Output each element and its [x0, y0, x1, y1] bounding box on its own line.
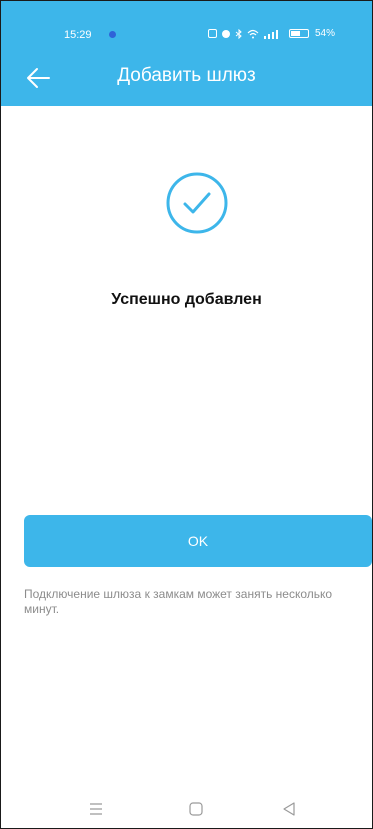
bluetooth-icon	[235, 28, 242, 39]
battery-fill	[291, 31, 300, 36]
nav-menu-button[interactable]	[86, 799, 106, 819]
page-title: Добавить шлюз	[117, 65, 256, 86]
nfc-icon	[208, 29, 217, 38]
system-nav-bar	[1, 791, 372, 827]
alarm-icon	[222, 29, 230, 38]
square-home-icon	[189, 802, 203, 816]
battery-icon	[289, 29, 309, 38]
wifi-icon	[247, 29, 259, 38]
battery-level: 54%	[315, 28, 336, 39]
menu-icon	[90, 803, 102, 815]
info-note: Подключение шлюза к замкам может занять …	[24, 587, 333, 616]
app-header: 15:29 54% Добавить шлюз	[1, 1, 372, 106]
triangle-back-icon	[283, 802, 295, 816]
status-icons: 54%	[208, 28, 335, 39]
status-bar: 15:29 54%	[1, 1, 372, 49]
signal-icon	[264, 29, 278, 39]
status-time: 15:29	[64, 29, 92, 41]
notification-dot-icon	[109, 31, 116, 38]
nav-home-button[interactable]	[186, 799, 206, 819]
success-message: Успешно добавлен	[111, 291, 262, 308]
app-screen: 15:29 54% Добавить шлюз Успешно добавлен…	[0, 0, 373, 829]
check-circle-icon	[166, 172, 228, 234]
ok-button[interactable]: OK	[24, 515, 372, 567]
nav-back-button[interactable]	[279, 799, 299, 819]
